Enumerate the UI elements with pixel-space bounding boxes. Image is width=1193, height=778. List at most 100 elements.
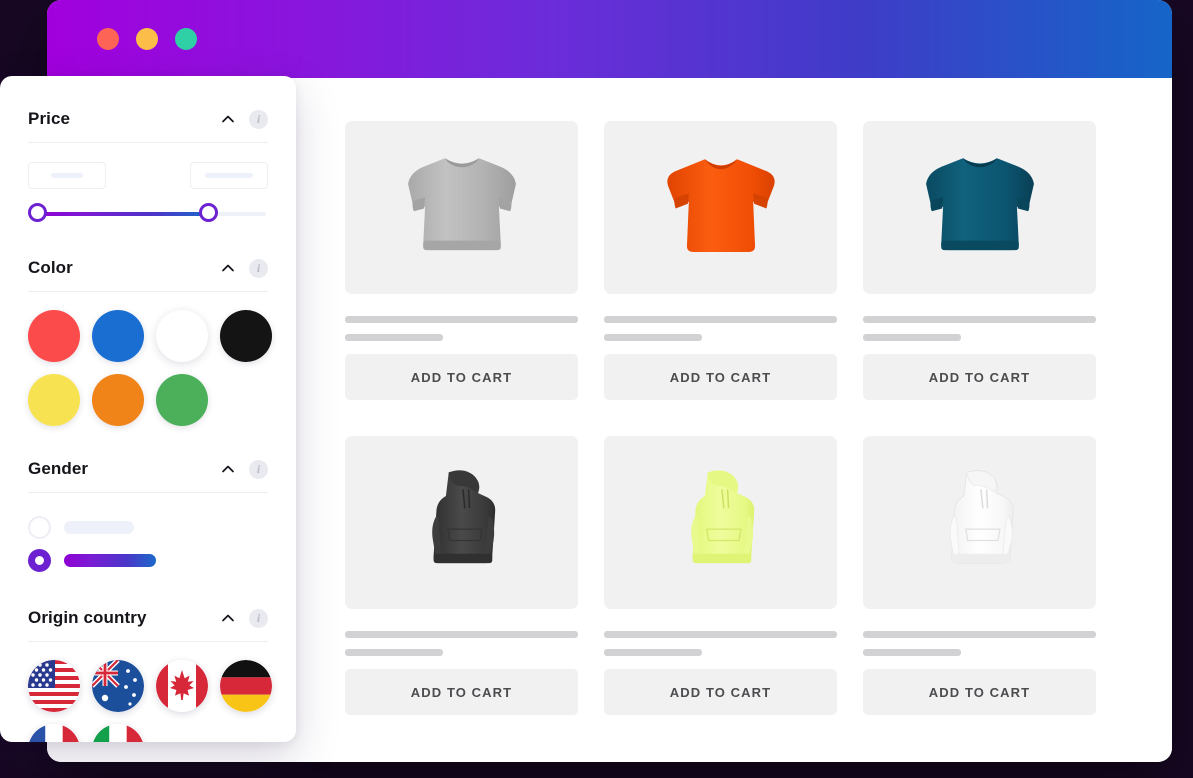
country-flag-grid bbox=[28, 660, 272, 742]
product-card[interactable]: ADD TO CART bbox=[345, 436, 578, 715]
color-swatch-orange[interactable] bbox=[92, 374, 144, 426]
filter-header-controls: i bbox=[220, 109, 268, 129]
product-title-placeholder bbox=[345, 631, 578, 638]
hoodie-white-icon bbox=[949, 469, 1014, 564]
chevron-up-icon[interactable] bbox=[220, 111, 236, 127]
info-icon[interactable]: i bbox=[249, 459, 268, 479]
product-price-placeholder bbox=[345, 649, 443, 656]
flag-us-icon bbox=[28, 660, 80, 712]
crewneck-sweatshirt-gray-icon bbox=[407, 158, 516, 251]
product-card[interactable]: ADD TO CART bbox=[863, 436, 1096, 715]
product-title-placeholder bbox=[604, 316, 837, 323]
radio-checked-icon bbox=[28, 549, 51, 572]
product-title-placeholder bbox=[604, 631, 837, 638]
product-grid: ADD TO CART ADD TO CART ADD TO CART ADD … bbox=[345, 121, 1145, 715]
divider bbox=[28, 641, 268, 642]
product-price-placeholder bbox=[863, 649, 961, 656]
country-flag-italy[interactable] bbox=[92, 724, 144, 742]
chevron-up-icon[interactable] bbox=[220, 260, 236, 276]
product-title-placeholder bbox=[345, 316, 578, 323]
divider bbox=[28, 142, 268, 143]
product-card[interactable]: ADD TO CART bbox=[604, 436, 837, 715]
filter-header-origin-country: Origin country i bbox=[28, 601, 268, 635]
info-icon[interactable]: i bbox=[249, 608, 268, 628]
country-flag-france[interactable] bbox=[28, 724, 80, 742]
chevron-up-icon[interactable] bbox=[220, 610, 236, 626]
product-price-placeholder bbox=[604, 649, 702, 656]
add-to-cart-button[interactable]: ADD TO CART bbox=[863, 354, 1096, 400]
product-price-placeholder bbox=[863, 334, 961, 341]
filter-header-controls: i bbox=[220, 608, 268, 628]
filter-title-color: Color bbox=[28, 258, 73, 277]
filter-header-color: Color i bbox=[28, 251, 268, 285]
filter-header-gender: Gender i bbox=[28, 452, 268, 486]
filter-section-gender: Gender i bbox=[28, 452, 268, 577]
product-image bbox=[345, 436, 578, 609]
color-swatch-green[interactable] bbox=[156, 374, 208, 426]
filter-header-controls: i bbox=[220, 459, 268, 479]
product-card[interactable]: ADD TO CART bbox=[345, 121, 578, 400]
filter-title-gender: Gender bbox=[28, 459, 89, 478]
color-swatch-yellow[interactable] bbox=[28, 374, 80, 426]
input-placeholder bbox=[205, 173, 253, 178]
color-swatch-white[interactable] bbox=[156, 310, 208, 362]
flag-de-icon bbox=[220, 660, 272, 712]
hoodie-neonyellow-icon bbox=[690, 470, 754, 564]
add-to-cart-button[interactable]: ADD TO CART bbox=[345, 669, 578, 715]
product-card[interactable]: ADD TO CART bbox=[604, 121, 837, 400]
crewneck-sweatshirt-teal-icon bbox=[925, 158, 1034, 251]
flag-fr-icon bbox=[28, 724, 80, 742]
tshirt-orange-icon bbox=[666, 159, 775, 252]
filter-section-price: Price i bbox=[28, 102, 268, 225]
gender-option-2[interactable] bbox=[28, 544, 268, 577]
divider bbox=[28, 492, 268, 493]
flag-ca-icon bbox=[156, 660, 208, 712]
close-button[interactable] bbox=[97, 28, 119, 50]
gender-options bbox=[28, 511, 268, 577]
product-image bbox=[604, 436, 837, 609]
minimize-button[interactable] bbox=[136, 28, 158, 50]
add-to-cart-button[interactable]: ADD TO CART bbox=[604, 354, 837, 400]
add-to-cart-button[interactable]: ADD TO CART bbox=[863, 669, 1096, 715]
option-label-placeholder bbox=[64, 521, 134, 534]
product-image bbox=[345, 121, 578, 294]
country-flag-australia[interactable] bbox=[92, 660, 144, 712]
option-label-placeholder bbox=[64, 554, 156, 567]
add-to-cart-button[interactable]: ADD TO CART bbox=[345, 354, 578, 400]
chevron-up-icon[interactable] bbox=[220, 461, 236, 477]
info-icon[interactable]: i bbox=[249, 258, 268, 278]
product-image bbox=[604, 121, 837, 294]
add-to-cart-button[interactable]: ADD TO CART bbox=[604, 669, 837, 715]
country-flag-united-states[interactable] bbox=[28, 660, 80, 712]
color-swatch-red[interactable] bbox=[28, 310, 80, 362]
info-icon[interactable]: i bbox=[249, 109, 268, 129]
product-title-placeholder bbox=[863, 316, 1096, 323]
color-swatch-blue[interactable] bbox=[92, 310, 144, 362]
product-card[interactable]: ADD TO CART bbox=[863, 121, 1096, 400]
gender-option-1[interactable] bbox=[28, 511, 268, 544]
filter-section-color: Color i bbox=[28, 251, 272, 426]
filter-title-origin-country: Origin country bbox=[28, 608, 147, 627]
price-max-input[interactable] bbox=[190, 162, 268, 189]
hoodie-darkgray-icon bbox=[431, 470, 495, 564]
flag-it-icon bbox=[92, 724, 144, 742]
price-min-input[interactable] bbox=[28, 162, 106, 189]
filter-sidebar: Price i Color i Gender i Origin country … bbox=[0, 76, 296, 742]
color-swatch-black[interactable] bbox=[220, 310, 272, 362]
divider bbox=[28, 291, 268, 292]
country-flag-canada[interactable] bbox=[156, 660, 208, 712]
color-swatch-grid bbox=[28, 310, 272, 426]
country-flag-germany[interactable] bbox=[220, 660, 272, 712]
price-range-inputs bbox=[28, 162, 268, 189]
input-placeholder bbox=[51, 173, 83, 178]
price-range-slider[interactable] bbox=[28, 203, 268, 225]
maximize-button[interactable] bbox=[175, 28, 197, 50]
filter-header-price: Price i bbox=[28, 102, 268, 136]
filter-title-price: Price bbox=[28, 109, 71, 128]
slider-handle-min[interactable] bbox=[28, 203, 47, 222]
product-price-placeholder bbox=[345, 334, 443, 341]
product-price-placeholder bbox=[604, 334, 702, 341]
slider-handle-max[interactable] bbox=[199, 203, 218, 222]
product-image bbox=[863, 121, 1096, 294]
filter-header-controls: i bbox=[220, 258, 268, 278]
